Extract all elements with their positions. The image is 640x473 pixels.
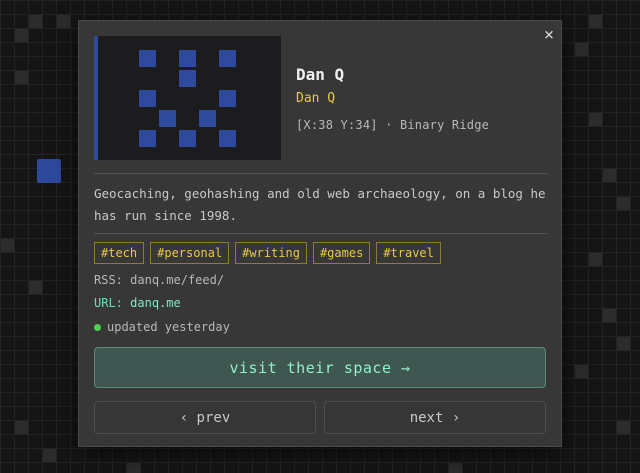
thumbnail-pixel — [159, 110, 176, 127]
thumbnail-pixel — [139, 130, 156, 147]
space-thumbnail — [94, 36, 281, 160]
grid-cell — [57, 15, 70, 28]
tag-personal[interactable]: #personal — [150, 242, 230, 264]
divider — [94, 233, 547, 234]
tag-writing[interactable]: #writing — [235, 242, 307, 264]
grid-cell — [617, 421, 630, 434]
url-label: URL: — [94, 296, 123, 310]
divider — [94, 173, 547, 174]
tag-games[interactable]: #games — [312, 242, 371, 264]
thumbnail-pixel — [179, 130, 196, 147]
tag-travel[interactable]: #travel — [376, 242, 441, 264]
thumbnail-pixel — [219, 50, 236, 67]
grid-cell — [589, 15, 602, 28]
grid-cell — [575, 365, 588, 378]
grid-cell — [29, 281, 42, 294]
grid-cell — [575, 43, 588, 56]
url-line: URL: danq.me — [94, 296, 181, 310]
grid-cell — [617, 337, 630, 350]
space-description: Geocaching, geohashing and old web archa… — [94, 186, 546, 223]
thumbnail-pixel — [219, 130, 236, 147]
grid-cell — [1, 239, 14, 252]
status-dot-icon — [94, 323, 101, 331]
updated-text: updated yesterday — [107, 320, 230, 334]
grid-cell — [15, 71, 28, 84]
grid-cell — [589, 113, 602, 126]
thumbnail-pixel — [199, 110, 216, 127]
grid-cell — [127, 463, 140, 473]
grid-cell — [15, 421, 28, 434]
close-icon[interactable]: × — [541, 25, 557, 45]
grid-cell — [589, 253, 602, 266]
updated-status: updated yesterday — [94, 320, 230, 334]
coordinates-location: [X:38 Y:34] · Binary Ridge — [296, 118, 490, 132]
rss-line: RSS: danq.me/feed/ — [94, 273, 224, 287]
thumbnail-pixel — [139, 50, 156, 67]
rss-label: RSS: — [94, 273, 123, 287]
thumbnail-pixel — [179, 50, 196, 67]
space-name: Dan Q — [296, 65, 345, 84]
grid-cell — [43, 449, 56, 462]
grid-cell — [617, 197, 630, 210]
prev-button[interactable]: ‹ prev — [94, 401, 316, 434]
grid-cell — [29, 15, 42, 28]
author-name: Dan Q — [296, 91, 336, 106]
highlighted-grid-cell[interactable] — [37, 159, 61, 183]
rss-value: danq.me/feed/ — [130, 273, 225, 287]
grid-cell — [449, 463, 462, 473]
profile-modal: × Dan Q Dan Q [X:38 Y:34] · Binary Ridge… — [78, 20, 562, 447]
thumbnail-pixel — [139, 90, 156, 107]
thumbnail-pixel — [219, 90, 236, 107]
next-button[interactable]: next › — [324, 401, 546, 434]
grid-cell — [603, 169, 616, 182]
visit-space-button[interactable]: visit their space → — [94, 347, 546, 388]
grid-cell — [15, 29, 28, 42]
thumbnail-pixel — [179, 70, 196, 87]
grid-cell — [603, 309, 616, 322]
tag-tech[interactable]: #tech — [94, 242, 145, 264]
url-link[interactable]: danq.me — [130, 296, 181, 310]
tag-list: #tech #personal #writing #games #travel — [94, 242, 441, 264]
